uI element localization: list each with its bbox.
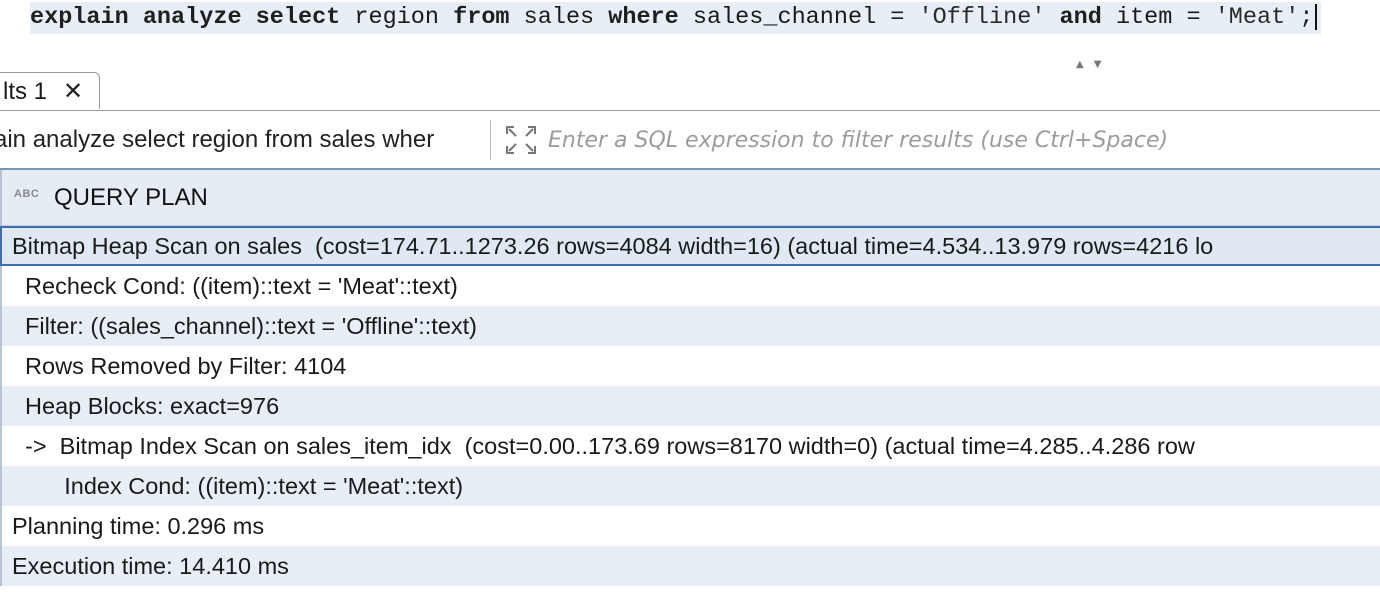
table-row[interactable]: Planning time: 0.296 ms bbox=[0, 506, 1380, 546]
close-icon[interactable]: ✕ bbox=[63, 73, 83, 110]
table-row[interactable]: Execution time: 14.410 ms bbox=[0, 546, 1380, 586]
sql-string-literal: 'Offline' bbox=[918, 4, 1046, 31]
sql-string-literal: 'Meat' bbox=[1214, 4, 1300, 31]
sql-keyword: select bbox=[255, 4, 341, 31]
results-filter-bar: ain analyze select region from sales whe… bbox=[0, 120, 1380, 160]
source-query-label: ain analyze select region from sales whe… bbox=[0, 120, 491, 160]
sql-statement-line[interactable]: explain analyze select region from sales… bbox=[30, 2, 1322, 34]
table-row[interactable]: Index Cond: ((item)::text = 'Meat'::text… bbox=[0, 466, 1380, 506]
sql-text: region bbox=[340, 4, 454, 31]
sql-text: ; bbox=[1299, 4, 1314, 31]
table-row[interactable]: Recheck Cond: ((item)::text = 'Meat'::te… bbox=[0, 266, 1380, 306]
cell-query-plan: Filter: ((sales_channel)::text = 'Offlin… bbox=[12, 313, 478, 339]
sql-text: item = bbox=[1101, 4, 1215, 31]
grid-rows: Bitmap Heap Scan on sales (cost=174.71..… bbox=[0, 226, 1380, 586]
sql-keyword: and bbox=[1059, 4, 1102, 31]
expand-icon[interactable] bbox=[504, 124, 538, 156]
sql-keyword: analyze bbox=[142, 4, 242, 31]
tab-results-1-label: lts 1 bbox=[3, 78, 48, 105]
text-cursor bbox=[1315, 3, 1318, 30]
cell-query-plan: Bitmap Heap Scan on sales (cost=174.71..… bbox=[12, 233, 1214, 259]
text-type-icon: ABC bbox=[14, 188, 40, 200]
panel-maximize-restore-arrows[interactable]: ▲▼ bbox=[1076, 59, 1111, 70]
table-row[interactable]: Heap Blocks: exact=976 bbox=[0, 386, 1380, 426]
table-row[interactable]: Filter: ((sales_channel)::text = 'Offlin… bbox=[0, 306, 1380, 346]
sql-editor[interactable]: explain analyze select region from sales… bbox=[0, 0, 1380, 38]
table-row[interactable]: Bitmap Heap Scan on sales (cost=174.71..… bbox=[0, 226, 1380, 266]
results-grid: ABC QUERY PLAN Bitmap Heap Scan on sales… bbox=[0, 168, 1380, 592]
cell-query-plan: Planning time: 0.296 ms bbox=[12, 513, 265, 539]
sql-text: sales bbox=[509, 4, 609, 31]
cell-query-plan: Rows Removed by Filter: 4104 bbox=[12, 353, 347, 379]
cell-query-plan: Index Cond: ((item)::text = 'Meat'::text… bbox=[12, 473, 464, 499]
column-header-query-plan[interactable]: ABC QUERY PLAN bbox=[0, 170, 1380, 226]
tab-results-1[interactable]: lts 1 ✕ bbox=[0, 72, 100, 109]
cell-query-plan: Heap Blocks: exact=976 bbox=[12, 393, 280, 419]
filter-expression-input[interactable] bbox=[548, 120, 1368, 160]
column-header-label: QUERY PLAN bbox=[54, 184, 208, 211]
sql-keyword: from bbox=[453, 4, 510, 31]
results-tab-bar: lts 1 ✕ bbox=[0, 72, 1380, 111]
cell-query-plan: Recheck Cond: ((item)::text = 'Meat'::te… bbox=[12, 273, 458, 299]
cell-query-plan: -> Bitmap Index Scan on sales_item_idx (… bbox=[12, 433, 1195, 459]
table-row[interactable]: Rows Removed by Filter: 4104 bbox=[0, 346, 1380, 386]
sql-text: sales_channel = bbox=[678, 4, 919, 31]
sql-keyword: where bbox=[608, 4, 679, 31]
table-row[interactable]: -> Bitmap Index Scan on sales_item_idx (… bbox=[0, 426, 1380, 466]
sql-keyword: explain bbox=[30, 4, 129, 31]
cell-query-plan: Execution time: 14.410 ms bbox=[12, 553, 289, 579]
